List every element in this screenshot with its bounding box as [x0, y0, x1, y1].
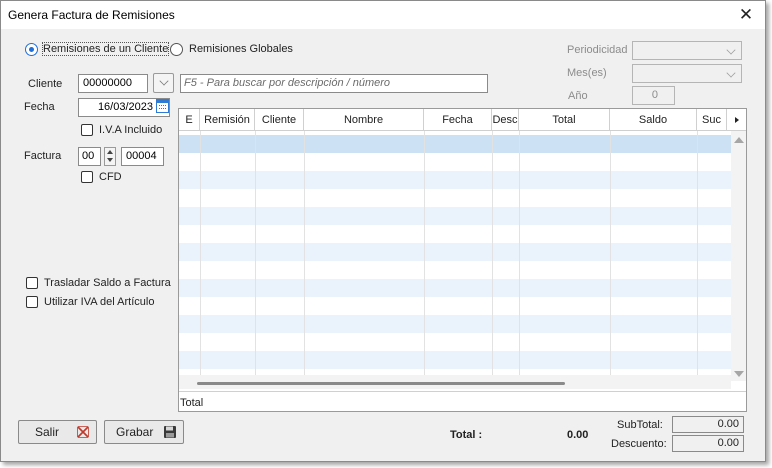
table-row[interactable] [179, 333, 731, 351]
table-row[interactable] [179, 279, 731, 297]
subtotal-value: 0.00 [672, 416, 744, 433]
utilizar-iva-label: Utilizar IVA del Artículo [44, 296, 155, 308]
fecha-label: Fecha [24, 101, 55, 113]
exit-icon [77, 426, 89, 438]
descuento-label: Descuento: [611, 438, 667, 450]
table-row[interactable] [179, 207, 731, 225]
factura-serie-stepper[interactable] [104, 147, 116, 166]
window-title: Genera Factura de Remisiones [8, 8, 175, 22]
vertical-scrollbar[interactable] [731, 131, 746, 381]
column-divider [304, 131, 305, 381]
save-icon [164, 426, 176, 438]
title-bar: Genera Factura de Remisiones ✕ [1, 1, 765, 29]
cliente-input[interactable]: 00000000 [78, 74, 148, 93]
radio-remisiones-globales-label[interactable]: Remisiones Globales [189, 43, 293, 55]
utilizar-iva-checkbox[interactable] [26, 296, 38, 308]
subtotal-label: SubTotal: [617, 419, 663, 431]
grid-header: E Remisión Cliente Nombre Fecha Desc Tot… [179, 109, 746, 131]
table-row[interactable] [179, 171, 731, 189]
calendar-icon[interactable] [156, 99, 169, 113]
total-value: 0.00 [567, 429, 589, 441]
search-input[interactable]: F5 - Para buscar por descripción / númer… [180, 74, 488, 93]
scroll-up-icon[interactable] [734, 137, 744, 143]
trasladar-saldo-label: Trasladar Saldo a Factura [44, 277, 171, 289]
table-row[interactable] [179, 315, 731, 333]
scroll-down-icon[interactable] [734, 371, 744, 377]
factura-serie-input[interactable]: 00 [78, 147, 101, 166]
trasladar-saldo-checkbox[interactable] [26, 277, 38, 289]
column-divider [492, 131, 493, 381]
stepper-down-icon[interactable] [107, 158, 113, 162]
table-row[interactable] [179, 261, 731, 279]
anio-field[interactable]: 0 [632, 86, 675, 105]
iva-incluido-checkbox[interactable] [81, 124, 93, 136]
col-header-e[interactable]: E [179, 109, 200, 131]
col-header-remision[interactable]: Remisión [200, 109, 255, 131]
col-header-saldo[interactable]: Saldo [610, 109, 697, 131]
column-divider [200, 131, 201, 381]
chevron-down-icon [726, 68, 736, 78]
grid-body[interactable] [179, 131, 731, 381]
col-header-nombre[interactable]: Nombre [304, 109, 424, 131]
factura-numero-input[interactable]: 00004 [121, 147, 164, 166]
table-row[interactable] [179, 297, 731, 315]
periodicidad-label: Periodicidad [567, 44, 628, 56]
grid-footer: Total [179, 391, 746, 411]
radio-remisiones-cliente[interactable] [25, 43, 38, 56]
radio-remisiones-globales[interactable] [170, 43, 183, 56]
table-row[interactable] [179, 225, 731, 243]
column-divider [697, 131, 698, 381]
horizontal-scroll-thumb[interactable] [197, 382, 565, 385]
genera-factura-window: Genera Factura de Remisiones ✕ Remisione… [0, 0, 766, 462]
table-row[interactable] [179, 189, 731, 207]
grabar-button-label: Grabar [116, 425, 154, 439]
column-divider [610, 131, 611, 381]
column-divider [424, 131, 425, 381]
col-header-suc[interactable]: Suc [697, 109, 727, 131]
col-header-desc[interactable]: Desc [492, 109, 519, 131]
table-row[interactable] [179, 351, 731, 369]
radio-remisiones-cliente-label[interactable]: Remisiones de un Cliente [41, 42, 170, 56]
salir-button[interactable]: Salir [18, 420, 97, 444]
stepper-up-icon[interactable] [107, 150, 113, 154]
total-label: Total : [450, 429, 483, 441]
col-header-total[interactable]: Total [519, 109, 610, 131]
scroll-right-icon[interactable] [727, 109, 746, 131]
column-divider [519, 131, 520, 381]
grabar-button[interactable]: Grabar [104, 420, 184, 444]
cfd-checkbox[interactable] [81, 171, 93, 183]
meses-label: Mes(es) [567, 67, 607, 79]
table-row[interactable] [179, 243, 731, 261]
factura-label: Factura [24, 150, 62, 162]
table-row[interactable] [179, 153, 731, 171]
col-header-cliente[interactable]: Cliente [255, 109, 304, 131]
descuento-value: 0.00 [672, 435, 744, 452]
col-header-fecha[interactable]: Fecha [424, 109, 492, 131]
cliente-label: Cliente [28, 78, 63, 90]
horizontal-scrollbar[interactable] [179, 375, 731, 389]
cfd-label: CFD [99, 171, 122, 183]
close-icon[interactable]: ✕ [737, 6, 755, 24]
remisiones-grid[interactable]: E Remisión Cliente Nombre Fecha Desc Tot… [178, 108, 747, 412]
salir-button-label: Salir [35, 425, 60, 439]
chevron-down-icon [726, 45, 736, 55]
periodicidad-select[interactable] [632, 41, 742, 60]
iva-incluido-label: I.V.A Incluido [99, 124, 163, 136]
chevron-down-icon [159, 76, 169, 86]
table-row[interactable] [179, 135, 731, 153]
column-divider [255, 131, 256, 381]
meses-select[interactable] [632, 64, 742, 83]
anio-label: Año [568, 90, 588, 102]
grid-footer-total-label: Total [180, 397, 204, 409]
cliente-dropdown-button[interactable] [153, 73, 174, 93]
